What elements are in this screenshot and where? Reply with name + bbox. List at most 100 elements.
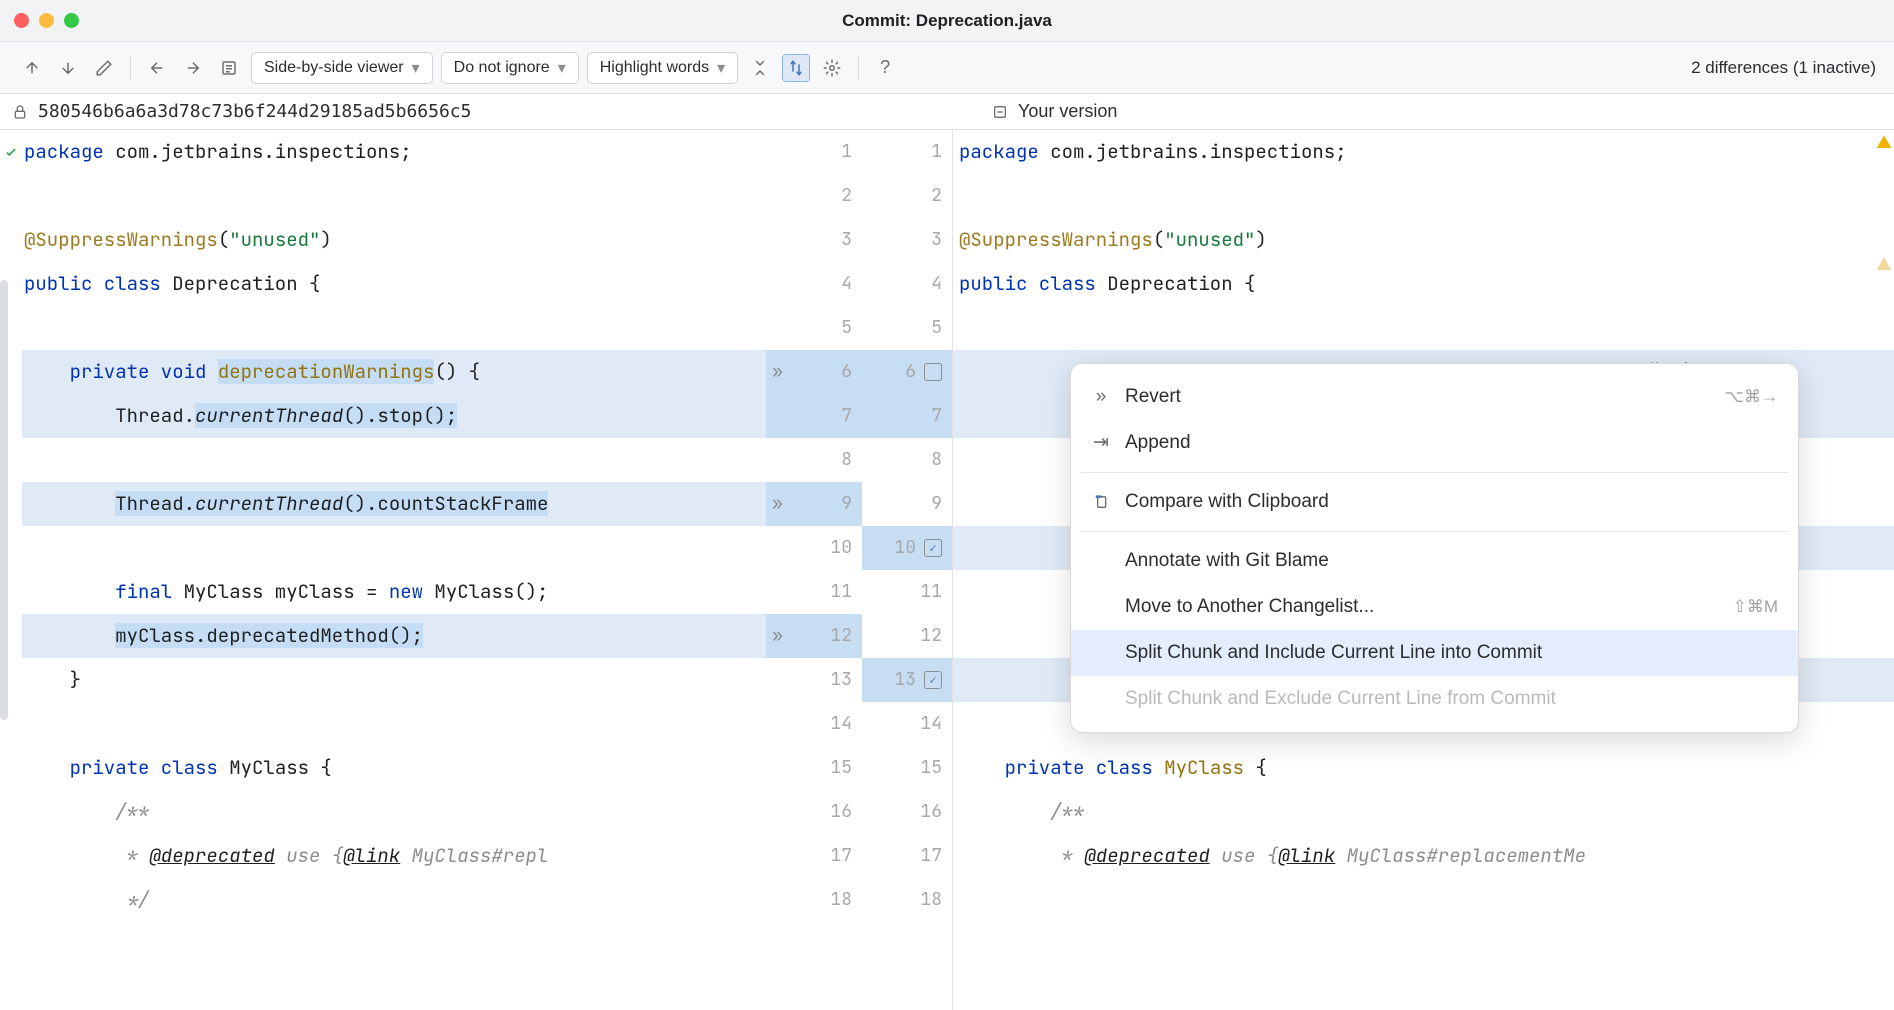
settings-button[interactable]	[818, 54, 846, 82]
right-pane-header: Your version	[980, 94, 1894, 129]
left-code-pane[interactable]: package com.jetbrains.inspections; @Suppr…	[22, 130, 766, 1010]
code-line[interactable]: @SuppressWarnings("unused")	[953, 218, 1894, 262]
left-line-numbers: 12345»678»91011»12131415161718	[766, 130, 862, 1010]
line-number: 18	[766, 878, 862, 922]
help-icon: ?	[880, 57, 890, 78]
lock-icon	[12, 104, 28, 120]
collapse-icon[interactable]	[992, 104, 1008, 120]
prev-diff-button[interactable]	[18, 54, 46, 82]
line-number: 11	[766, 570, 862, 614]
nav-forward-button[interactable]	[179, 54, 207, 82]
edit-source-button[interactable]	[90, 54, 118, 82]
code-line[interactable]	[953, 306, 1894, 350]
menu-item-label: Move to Another Changelist...	[1125, 585, 1374, 629]
diff-window: Commit: Deprecation.java Side-by-side vi…	[0, 0, 1894, 1010]
apply-chunk-icon[interactable]: »	[772, 614, 783, 658]
line-number: »6	[766, 350, 862, 394]
line-number: 2	[766, 174, 862, 218]
menu-item[interactable]: Annotate with Git Blame	[1071, 538, 1798, 584]
line-number: 15	[862, 746, 952, 790]
line-number: 9	[862, 482, 952, 526]
code-line[interactable]	[22, 174, 766, 218]
pane-headers: 580546b6a6a3d78c73b6f244d29185ad5b6656c5…	[0, 94, 1894, 130]
help-button[interactable]: ?	[871, 54, 899, 82]
sync-scroll-button[interactable]	[782, 54, 810, 82]
maximize-button[interactable]	[64, 13, 79, 28]
line-number: 1	[766, 130, 862, 174]
apply-chunk-icon[interactable]: »	[772, 482, 783, 526]
code-line[interactable]: public class Deprecation {	[953, 262, 1894, 306]
viewer-mode-label: Side-by-side viewer	[264, 59, 404, 77]
code-line[interactable]: */	[22, 878, 766, 922]
revert-icon: »	[1091, 375, 1111, 419]
code-line[interactable]	[22, 438, 766, 482]
code-line[interactable]: package com.jetbrains.inspections;	[953, 130, 1894, 174]
arrow-down-icon	[59, 59, 77, 77]
line-number: 17	[766, 834, 862, 878]
code-line[interactable]	[22, 702, 766, 746]
apply-chunk-icon[interactable]: »	[772, 350, 783, 394]
ignore-mode-dropdown[interactable]: Do not ignore ▾	[441, 52, 579, 84]
code-line[interactable]: private class MyClass {	[22, 746, 766, 790]
menu-shortcut: ⌥⌘→	[1724, 375, 1778, 419]
list-icon	[220, 59, 238, 77]
warning-icon[interactable]	[1876, 256, 1892, 272]
code-line[interactable]: @SuppressWarnings("unused")	[22, 218, 766, 262]
code-line[interactable]: /**	[22, 790, 766, 834]
code-line[interactable]: /**	[953, 790, 1894, 834]
include-chunk-checkbox[interactable]: ✓	[924, 671, 942, 689]
line-number: 5	[862, 306, 952, 350]
menu-divider	[1081, 531, 1788, 532]
code-line[interactable]	[22, 526, 766, 570]
close-button[interactable]	[14, 13, 29, 28]
code-line[interactable]	[22, 306, 766, 350]
menu-item[interactable]: Compare with Clipboard	[1071, 479, 1798, 525]
next-diff-button[interactable]	[54, 54, 82, 82]
highlight-mode-dropdown[interactable]: Highlight words ▾	[587, 52, 738, 84]
clipboard-icon	[1091, 494, 1111, 510]
line-number: 8	[862, 438, 952, 482]
window-title: Commit: Deprecation.java	[842, 11, 1052, 31]
menu-item-label: Append	[1125, 421, 1191, 465]
code-line[interactable]: package com.jetbrains.inspections;	[22, 130, 766, 174]
code-line[interactable]: * @deprecated use {@link MyClass#replace…	[953, 834, 1894, 878]
include-chunk-checkbox[interactable]: ✓	[924, 539, 942, 557]
code-line[interactable]: private class MyClass {	[953, 746, 1894, 790]
warning-icon[interactable]	[1876, 134, 1892, 150]
minimize-button[interactable]	[39, 13, 54, 28]
code-line[interactable]: Thread.currentThread().countStackFrame	[22, 482, 766, 526]
scrollbar[interactable]	[0, 280, 8, 720]
line-number: 7	[862, 394, 952, 438]
line-number: 13	[766, 658, 862, 702]
include-chunk-checkbox[interactable]	[924, 363, 942, 381]
code-line[interactable]: * @deprecated use {@link MyClass#repl	[22, 834, 766, 878]
divider	[130, 55, 131, 81]
file-list-button[interactable]	[215, 54, 243, 82]
code-line[interactable]	[953, 878, 1894, 922]
menu-item[interactable]: Move to Another Changelist... ⇧⌘M	[1071, 584, 1798, 630]
menu-item[interactable]: ⇥ Append	[1071, 420, 1798, 466]
code-line[interactable]: private void deprecationWarnings() {	[22, 350, 766, 394]
viewer-mode-dropdown[interactable]: Side-by-side viewer ▾	[251, 52, 433, 84]
collapse-unchanged-button[interactable]	[746, 54, 774, 82]
menu-divider	[1081, 472, 1788, 473]
code-line[interactable]: final MyClass myClass = new MyClass();	[22, 570, 766, 614]
menu-item[interactable]: »Revert⌥⌘→	[1071, 374, 1798, 420]
code-line[interactable]	[953, 174, 1894, 218]
menu-item-label: Split Chunk and Exclude Current Line fro…	[1125, 677, 1556, 721]
diff-body: package com.jetbrains.inspections; @Suppr…	[0, 130, 1894, 1010]
menu-shortcut: ⇧⌘M	[1733, 585, 1778, 629]
code-line[interactable]: }	[22, 658, 766, 702]
pencil-icon	[95, 59, 113, 77]
code-line[interactable]: myClass.deprecatedMethod();	[22, 614, 766, 658]
nav-back-button[interactable]	[143, 54, 171, 82]
code-line[interactable]: Thread.currentThread().stop();	[22, 394, 766, 438]
menu-item[interactable]: Split Chunk and Include Current Line int…	[1071, 630, 1798, 676]
line-number: 12	[862, 614, 952, 658]
code-line[interactable]: public class Deprecation {	[22, 262, 766, 306]
line-number: 4	[862, 262, 952, 306]
arrow-right-icon	[184, 59, 202, 77]
append-icon: ⇥	[1091, 421, 1111, 465]
divider	[858, 55, 859, 81]
line-number: 8	[766, 438, 862, 482]
